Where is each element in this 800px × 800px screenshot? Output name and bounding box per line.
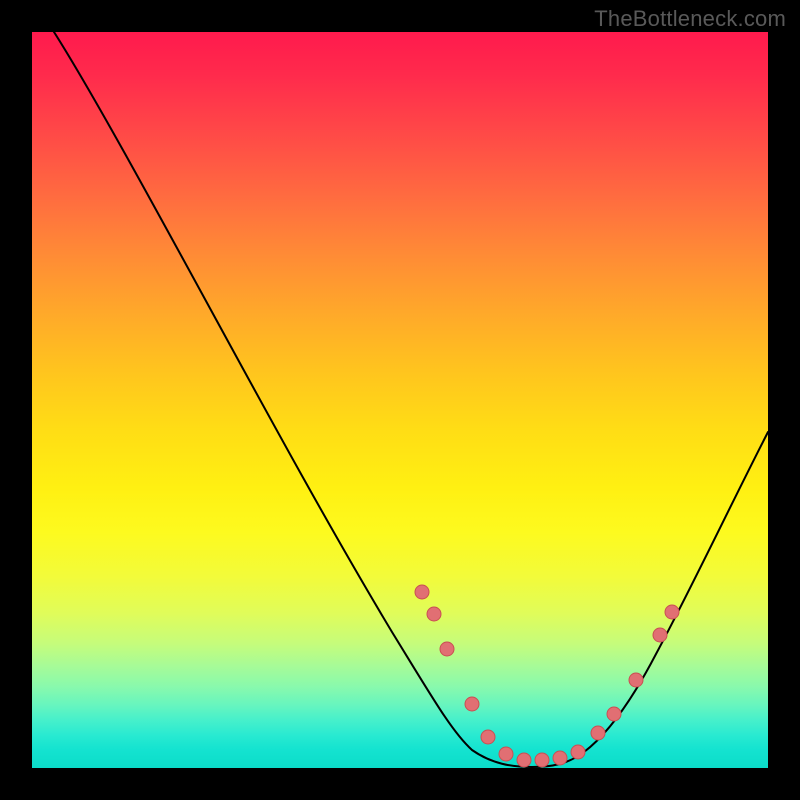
curve-marker [465,697,479,711]
curve-marker [629,673,643,687]
curve-marker [607,707,621,721]
curve-marker [427,607,441,621]
curve-marker [499,747,513,761]
curve-marker [653,628,667,642]
curve-marker [481,730,495,744]
curve-marker [415,585,429,599]
watermark-text: TheBottleneck.com [594,6,786,32]
chart-frame: TheBottleneck.com [0,0,800,800]
curve-marker [535,753,549,767]
curve-marker [517,753,531,767]
curve-marker [553,751,567,765]
curve-marker [571,745,585,759]
curve-marker [665,605,679,619]
marker-group [415,585,679,767]
curve-svg [32,32,768,768]
curve-marker [591,726,605,740]
curve-marker [440,642,454,656]
bottleneck-curve [54,32,768,767]
plot-area [32,32,768,768]
